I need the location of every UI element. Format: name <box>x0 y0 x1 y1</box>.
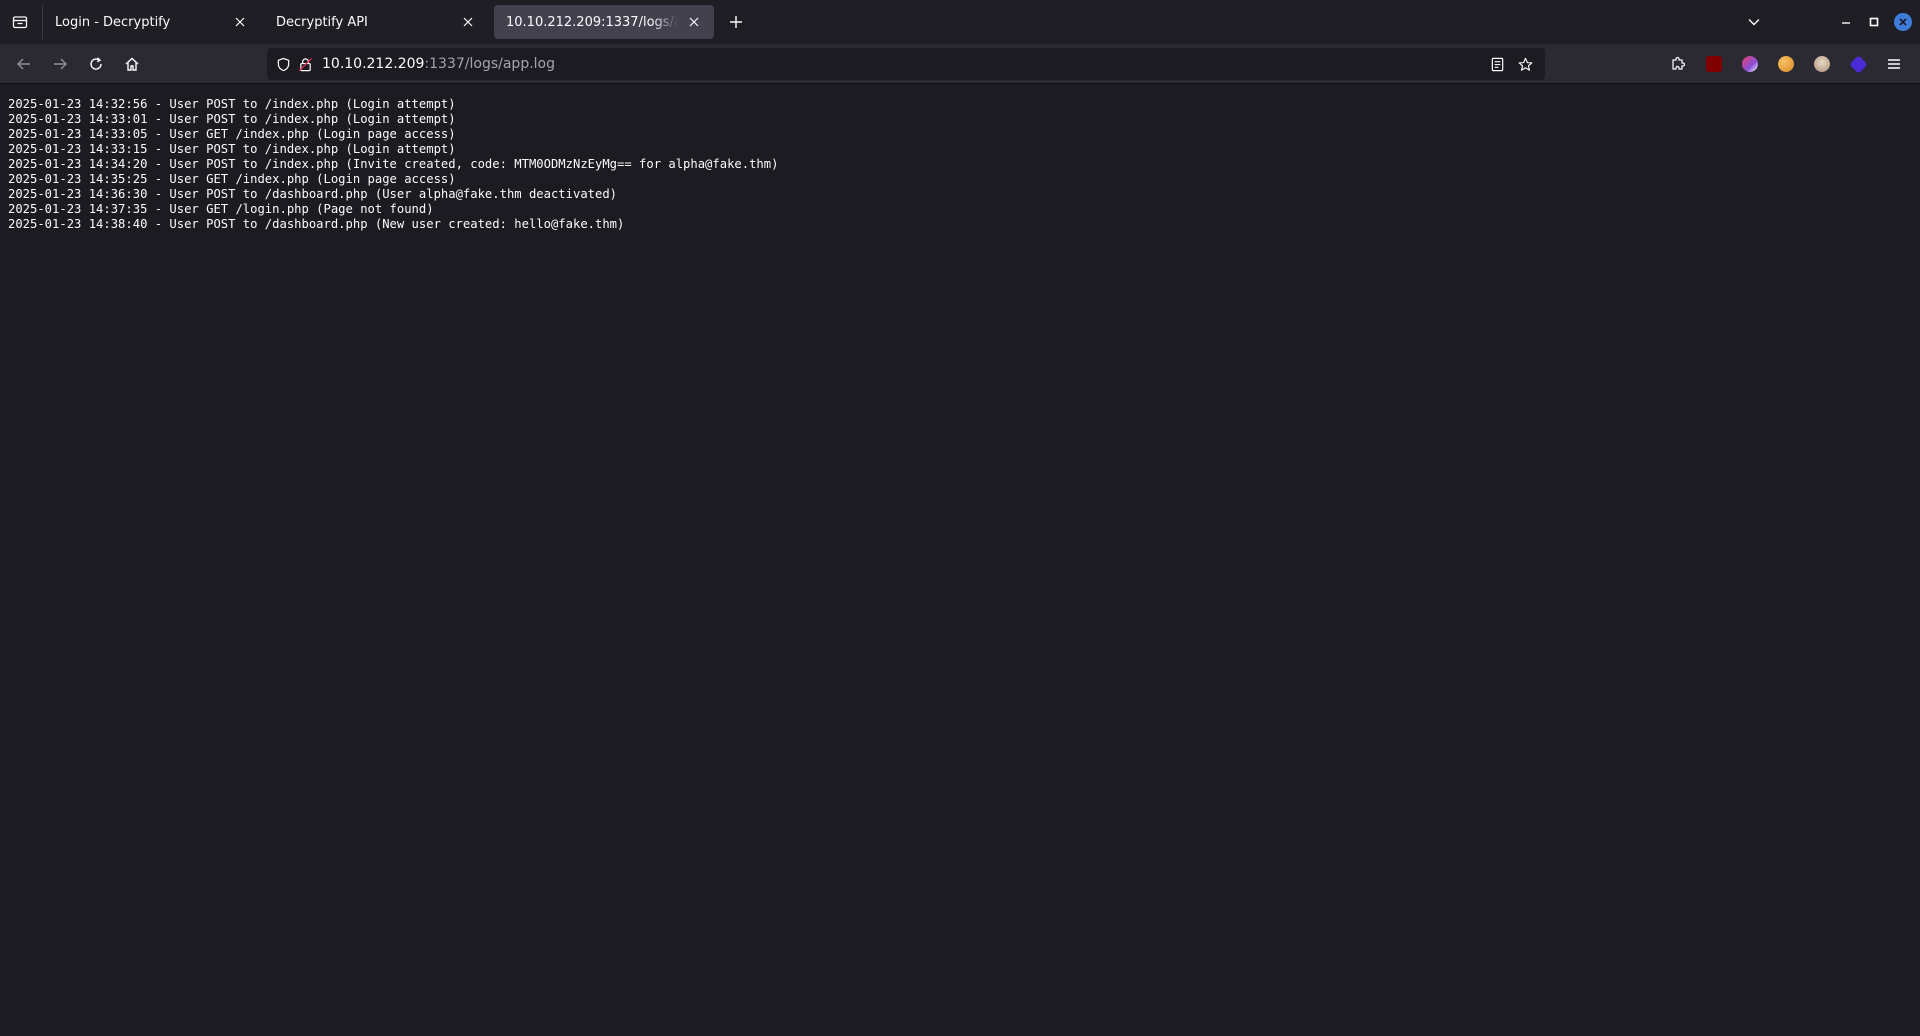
close-icon <box>689 17 699 27</box>
hamburger-menu-icon <box>1888 59 1900 69</box>
tab-close-button[interactable] <box>686 14 702 30</box>
log-output: 2025-01-23 14:32:56 - User POST to /inde… <box>8 97 1912 232</box>
tabbar-controls <box>1736 0 1920 44</box>
maximize-icon <box>1869 17 1879 27</box>
log-line: 2025-01-23 14:33:15 - User POST to /inde… <box>8 142 456 156</box>
tab-strip: Login - Decryptify Decryptify API 10.10.… <box>0 0 1920 44</box>
new-tab-button[interactable] <box>718 5 754 39</box>
log-line: 2025-01-23 14:34:20 - User POST to /inde… <box>8 157 779 171</box>
reload-button[interactable] <box>80 48 112 80</box>
list-all-tabs-button[interactable] <box>1736 0 1772 44</box>
arrow-left-icon <box>17 58 30 69</box>
log-line: 2025-01-23 14:35:25 - User GET /index.ph… <box>8 172 456 186</box>
extension-cube-button[interactable] <box>1840 48 1876 80</box>
puzzle-icon <box>1672 56 1686 70</box>
log-line: 2025-01-23 14:33:05 - User GET /index.ph… <box>8 127 456 141</box>
extension-face-icon <box>1814 56 1830 72</box>
tab-close-button[interactable] <box>232 14 248 30</box>
reload-icon <box>90 56 102 70</box>
reader-view-button[interactable] <box>1483 48 1511 80</box>
cookie-editor-button[interactable] <box>1768 48 1804 80</box>
extensions-button[interactable] <box>1660 48 1696 80</box>
close-icon <box>235 17 245 27</box>
url-path: :1337/logs/app.log <box>424 56 555 72</box>
url-input[interactable]: 10.10.212.209:1337/logs/app.log <box>322 56 555 72</box>
minimize-icon <box>1842 22 1850 24</box>
extension-cube-icon <box>1848 54 1868 74</box>
tab-title: Login - Decryptify <box>55 14 171 30</box>
cookie-editor-icon <box>1778 56 1794 72</box>
extension-purple-icon <box>1742 56 1758 72</box>
log-line: 2025-01-23 14:37:35 - User GET /login.ph… <box>8 202 434 216</box>
tab-close-button[interactable] <box>460 14 476 30</box>
bookmark-button[interactable] <box>1511 48 1539 80</box>
tab-title: Decryptify API <box>276 14 368 30</box>
log-line: 2025-01-23 14:33:01 - User POST to /inde… <box>8 112 456 126</box>
menu-button[interactable] <box>1876 48 1912 80</box>
forward-button[interactable] <box>44 48 76 80</box>
close-icon <box>1899 18 1907 26</box>
log-line: 2025-01-23 14:32:56 - User POST to /inde… <box>8 97 456 111</box>
home-button[interactable] <box>116 48 148 80</box>
plus-icon <box>730 16 742 28</box>
page-content: 2025-01-23 14:32:56 - User POST to /inde… <box>0 85 1920 1036</box>
shield-icon <box>277 57 289 71</box>
tab-decryptify-api[interactable]: Decryptify API <box>264 5 488 39</box>
tab-title: 10.10.212.209:1337/logs/app.log <box>506 14 678 30</box>
extension-face-button[interactable] <box>1804 48 1840 80</box>
log-line: 2025-01-23 14:38:40 - User POST to /dash… <box>8 217 625 231</box>
site-info-button[interactable] <box>294 48 316 80</box>
ublock-origin-button[interactable] <box>1696 48 1732 80</box>
ublock-origin-icon <box>1706 56 1722 72</box>
arrow-right-icon <box>54 58 67 69</box>
minimize-button[interactable] <box>1832 0 1860 44</box>
firefox-view-button[interactable] <box>0 0 40 44</box>
home-icon <box>125 57 139 71</box>
address-bar-actions <box>1483 48 1539 80</box>
tab-app-log[interactable]: 10.10.212.209:1337/logs/app.log <box>494 5 714 39</box>
extension-purple-button[interactable] <box>1732 48 1768 80</box>
log-line: 2025-01-23 14:36:30 - User POST to /dash… <box>8 187 618 201</box>
maximize-button[interactable] <box>1860 0 1888 44</box>
window-close-button[interactable] <box>1894 13 1912 31</box>
firefox-view-icon <box>12 16 28 29</box>
reader-view-icon <box>1491 57 1503 71</box>
tab-login-decryptify[interactable]: Login - Decryptify <box>42 5 260 39</box>
tracking-protection-button[interactable] <box>272 48 294 80</box>
back-button[interactable] <box>8 48 40 80</box>
star-icon <box>1518 57 1532 71</box>
chevron-down-icon <box>1748 19 1760 26</box>
toolbar-extensions <box>1660 48 1912 80</box>
lock-insecure-icon <box>298 57 312 71</box>
close-icon <box>463 17 473 27</box>
address-bar[interactable]: 10.10.212.209:1337/logs/app.log <box>267 48 1545 80</box>
navigation-toolbar: 10.10.212.209:1337/logs/app.log <box>0 44 1920 84</box>
url-host: 10.10.212.209 <box>322 56 425 72</box>
